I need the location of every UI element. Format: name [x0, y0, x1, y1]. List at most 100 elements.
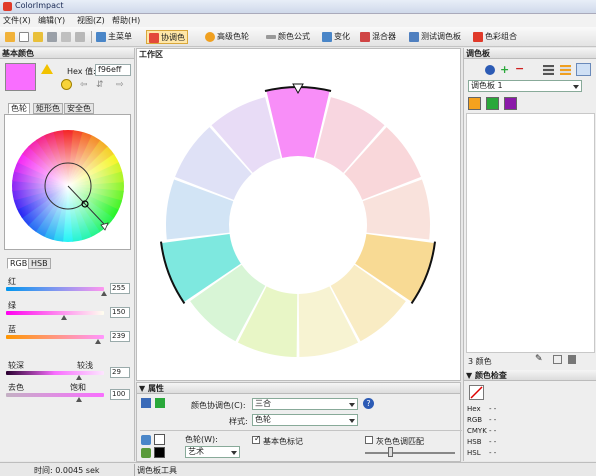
detail-view-icon[interactable]: [560, 65, 571, 75]
harmony-color-wheel[interactable]: [137, 62, 460, 380]
inspect-value: - -: [489, 416, 497, 424]
red-thumb[interactable]: [101, 291, 107, 296]
gray-match-thumb[interactable]: [388, 447, 393, 457]
harmony-button[interactable]: 协调色: [146, 30, 188, 44]
menu-view[interactable]: 视图(Z): [77, 15, 105, 26]
current-color-swatch[interactable]: [5, 63, 36, 91]
saturation-thumb[interactable]: [75, 397, 82, 402]
panel-title: 基本颜色: [0, 48, 134, 59]
test-palette-button[interactable]: 测试调色板: [409, 30, 461, 44]
tab-hsb[interactable]: HSB: [28, 258, 51, 269]
variation-icon: [322, 31, 332, 42]
copy-palette-icon[interactable]: [553, 355, 562, 364]
advanced-wheel-button[interactable]: 高级色轮: [205, 30, 249, 44]
palette-swatch[interactable]: [504, 97, 517, 110]
main-menu-button[interactable]: 主菜单: [96, 30, 132, 44]
red-value[interactable]: 255: [110, 283, 130, 294]
palette-select[interactable]: 调色板 1: [468, 80, 582, 92]
wheel-type-select[interactable]: 艺术: [185, 446, 240, 458]
arrow-right-icon[interactable]: ⇨: [116, 80, 124, 90]
color-formula-button[interactable]: 颜色公式: [266, 30, 310, 44]
inspect-key: CMYK: [467, 427, 487, 435]
window-title: ColorImpact: [15, 1, 64, 10]
tab-color-wheel[interactable]: 色轮: [8, 103, 30, 114]
warning-icon: [41, 64, 53, 74]
bg-color-swatch[interactable]: [154, 434, 165, 445]
blue-slider[interactable]: [6, 335, 104, 339]
status-tool: 调色板工具: [137, 466, 177, 475]
new-file-icon[interactable]: [19, 30, 31, 44]
grid-view-icon[interactable]: [576, 63, 591, 76]
palette-area: [466, 113, 595, 353]
advanced-wheel-icon: [205, 31, 215, 42]
hue-wheel[interactable]: [5, 115, 130, 249]
fg-color-swatch[interactable]: [154, 447, 165, 458]
help-icon[interactable]: ?: [363, 398, 374, 409]
shade-thumb[interactable]: [75, 375, 82, 380]
app-icon: [3, 2, 12, 11]
variation-button[interactable]: 变化: [322, 30, 350, 44]
smiley-icon[interactable]: [61, 79, 72, 90]
tab-rect-color[interactable]: 矩形色: [33, 103, 63, 114]
inspect-title: ▼ 颜色检查: [464, 370, 596, 381]
pencil-icon[interactable]: [141, 448, 151, 458]
swap-icon[interactable]: ⇵: [96, 80, 104, 90]
mixer-button[interactable]: 混合器: [360, 30, 396, 44]
save-props-icon[interactable]: [141, 398, 151, 408]
color-combo-button[interactable]: 色彩组合: [473, 30, 517, 44]
palette-swatch[interactable]: [468, 97, 481, 110]
main-menu-icon: [96, 31, 106, 42]
hex-input[interactable]: f96eff: [95, 64, 131, 76]
inspect-key: RGB: [467, 416, 483, 424]
menu-edit[interactable]: 编辑(Y): [38, 15, 65, 26]
blue-thumb[interactable]: [95, 339, 102, 344]
trash-icon[interactable]: [568, 355, 576, 364]
fill-bucket-icon[interactable]: [141, 435, 151, 445]
remove-icon[interactable]: −: [515, 62, 524, 75]
tab-rgb[interactable]: RGB: [7, 258, 31, 269]
save-icon[interactable]: [47, 30, 59, 44]
folder-icon[interactable]: [33, 30, 45, 44]
hex-label: Hex 值:: [67, 67, 96, 76]
saturation-slider[interactable]: [6, 393, 104, 397]
tab-web-safe[interactable]: 安全色: [64, 103, 94, 114]
red-slider[interactable]: [6, 287, 104, 291]
shade-value[interactable]: 29: [110, 367, 130, 378]
red-label: 红: [8, 277, 16, 286]
open-icon[interactable]: [5, 30, 17, 44]
add-icon[interactable]: +: [500, 63, 509, 76]
gray-match-checkbox[interactable]: [365, 436, 373, 444]
menu-help[interactable]: 帮助(H): [112, 15, 140, 26]
copy-icon[interactable]: [61, 30, 73, 44]
blue-value[interactable]: 239: [110, 331, 130, 342]
print-icon[interactable]: [75, 30, 87, 44]
workspace-title: 工作区: [137, 49, 460, 60]
menu-file[interactable]: 文件(X): [3, 15, 31, 26]
green-slider[interactable]: [6, 311, 104, 315]
basic-mark-checkbox[interactable]: ✓: [252, 434, 261, 444]
palette-swatch[interactable]: [486, 97, 499, 110]
test-palette-icon: [409, 31, 419, 42]
wheel-box: [4, 114, 131, 250]
wheel-type-label: 色轮(W):: [185, 435, 218, 444]
desat-label: 去色: [8, 383, 24, 392]
inspect-value: - -: [489, 405, 497, 413]
style-select[interactable]: 色轮: [252, 414, 358, 426]
green-thumb[interactable]: [60, 315, 67, 320]
gray-match-slider[interactable]: [365, 452, 455, 454]
eyedropper-icon[interactable]: ✎: [535, 354, 543, 364]
list-view-icon[interactable]: [543, 65, 554, 75]
inspect-value: - -: [489, 449, 497, 457]
inspect-key: Hex: [467, 405, 481, 413]
inspect-value: - -: [489, 438, 497, 446]
toolbar-separator: [91, 31, 92, 43]
info-icon[interactable]: [485, 65, 495, 75]
saturation-value[interactable]: 100: [110, 389, 130, 400]
harmony-select[interactable]: 三合: [252, 398, 358, 410]
add-palette-icon[interactable]: [155, 398, 165, 408]
arrow-left-icon[interactable]: ⇦: [80, 80, 88, 90]
green-value[interactable]: 150: [110, 307, 130, 318]
shade-slider[interactable]: [6, 371, 104, 375]
inspect-swatch[interactable]: [469, 385, 484, 400]
status-time: 时间: 0.0045 sek: [34, 466, 100, 475]
